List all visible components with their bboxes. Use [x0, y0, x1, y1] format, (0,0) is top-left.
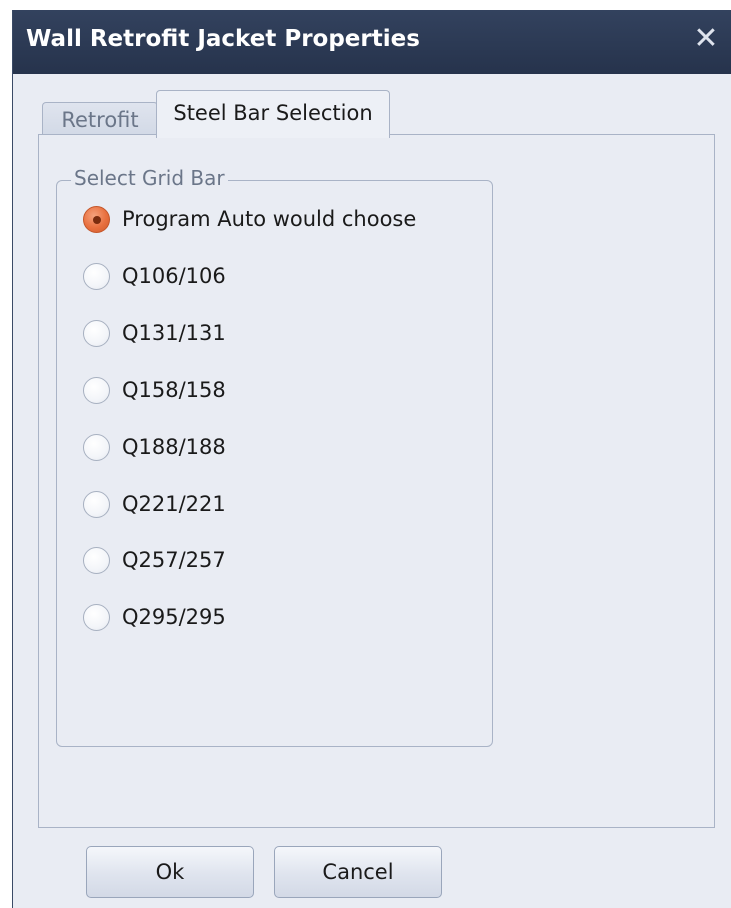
ok-button[interactable]: Ok: [86, 846, 254, 898]
radio-button[interactable]: [83, 433, 110, 461]
radio-option-q106[interactable]: Q106/106: [83, 260, 226, 292]
tab-steel-bar-selection[interactable]: Steel Bar Selection: [156, 90, 390, 138]
radio-label: Q188/188: [122, 435, 226, 459]
radio-option-q131[interactable]: Q131/131: [83, 317, 226, 349]
radio-option-q221[interactable]: Q221/221: [83, 488, 226, 520]
radio-button[interactable]: [83, 490, 110, 518]
radio-button[interactable]: [83, 262, 110, 290]
radio-label: Q257/257: [122, 548, 226, 572]
radio-label: Q221/221: [122, 492, 226, 516]
radio-button-selected[interactable]: [83, 205, 110, 233]
radio-option-q257[interactable]: Q257/257: [83, 544, 226, 576]
radio-label: Program Auto would choose: [122, 207, 417, 231]
radio-option-auto[interactable]: Program Auto would choose: [83, 203, 416, 235]
cancel-button[interactable]: Cancel: [274, 846, 442, 898]
radio-button[interactable]: [83, 319, 110, 347]
group-title: Select Grid Bar: [71, 166, 228, 190]
dialog-window: Wall Retrofit Jacket Properties ✕ Retrof…: [12, 10, 731, 908]
radio-label: Q158/158: [122, 378, 226, 402]
tab-retrofit[interactable]: Retrofit: [42, 102, 158, 136]
radio-option-q295[interactable]: Q295/295: [83, 601, 226, 633]
radio-option-q188[interactable]: Q188/188: [83, 431, 226, 463]
radio-button[interactable]: [83, 603, 110, 631]
tab-panel-steel-bar-selection: Select Grid Bar Program Auto would choos…: [38, 134, 715, 828]
close-icon[interactable]: ✕: [691, 22, 721, 56]
radio-label: Q131/131: [122, 321, 226, 345]
radio-button[interactable]: [83, 546, 110, 574]
radio-label: Q295/295: [122, 605, 226, 629]
radio-option-q158[interactable]: Q158/158: [83, 374, 226, 406]
radio-label: Q106/106: [122, 264, 226, 288]
select-grid-bar-group: Select Grid Bar Program Auto would choos…: [56, 166, 493, 747]
title-bar[interactable]: Wall Retrofit Jacket Properties ✕: [13, 10, 731, 74]
radio-button[interactable]: [83, 376, 110, 404]
dialog-title: Wall Retrofit Jacket Properties: [26, 26, 420, 52]
